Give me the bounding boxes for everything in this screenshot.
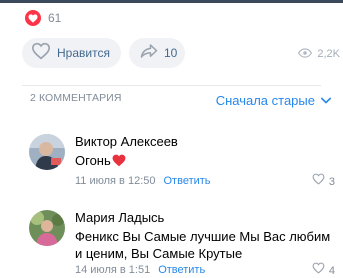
heart-outline-icon bbox=[312, 262, 325, 278]
reply-button[interactable]: Ответить bbox=[164, 175, 211, 187]
comment-like-count: 3 bbox=[328, 175, 335, 188]
post-actions: Нравится 10 2,2K bbox=[22, 38, 342, 68]
heart-reaction-icon bbox=[25, 10, 41, 26]
comment-author[interactable]: Виктор Алексеев bbox=[75, 134, 335, 150]
comment-date: 11 июля в 12:50 bbox=[75, 175, 156, 187]
sort-label: Сначала старые bbox=[215, 92, 315, 108]
heart-outline-icon bbox=[31, 42, 51, 65]
comment-text: Феникс Вы Самые лучшие Мы Вас любим и це… bbox=[75, 229, 331, 261]
sort-select[interactable]: Сначала старые bbox=[216, 91, 331, 109]
share-arrow-icon bbox=[140, 43, 158, 64]
comment-author[interactable]: Мария Ладысь bbox=[75, 210, 335, 226]
divider bbox=[22, 85, 321, 86]
reactions-summary[interactable]: 61 bbox=[25, 10, 61, 26]
red-heart-emoji-icon bbox=[112, 154, 126, 171]
comment-text: Огонь bbox=[75, 152, 335, 171]
views-counter: 2,2K bbox=[298, 45, 340, 63]
like-label: Нравится bbox=[57, 46, 110, 60]
comment-text-content: Огонь bbox=[75, 153, 111, 168]
post-image-edge bbox=[0, 0, 343, 3]
share-button[interactable]: 10 bbox=[129, 38, 185, 68]
comment-like-count: 4 bbox=[328, 264, 335, 277]
share-count: 10 bbox=[164, 46, 178, 60]
comment-like-button[interactable]: 4 bbox=[312, 262, 335, 278]
avatar[interactable] bbox=[29, 210, 65, 246]
avatar[interactable] bbox=[29, 134, 65, 170]
heart-outline-icon bbox=[312, 173, 325, 190]
chevron-down-icon bbox=[321, 91, 331, 109]
comment-date: 14 июля в 1:51 bbox=[75, 264, 151, 276]
comment-like-button[interactable]: 3 bbox=[312, 173, 335, 190]
eye-icon bbox=[298, 45, 313, 63]
views-count: 2,2K bbox=[317, 48, 340, 60]
like-button[interactable]: Нравится bbox=[22, 38, 121, 68]
reactions-count: 61 bbox=[48, 11, 62, 25]
comments-count-label: 2 КОММЕНТАРИЯ bbox=[30, 92, 122, 104]
reply-button[interactable]: Ответить bbox=[158, 264, 205, 276]
